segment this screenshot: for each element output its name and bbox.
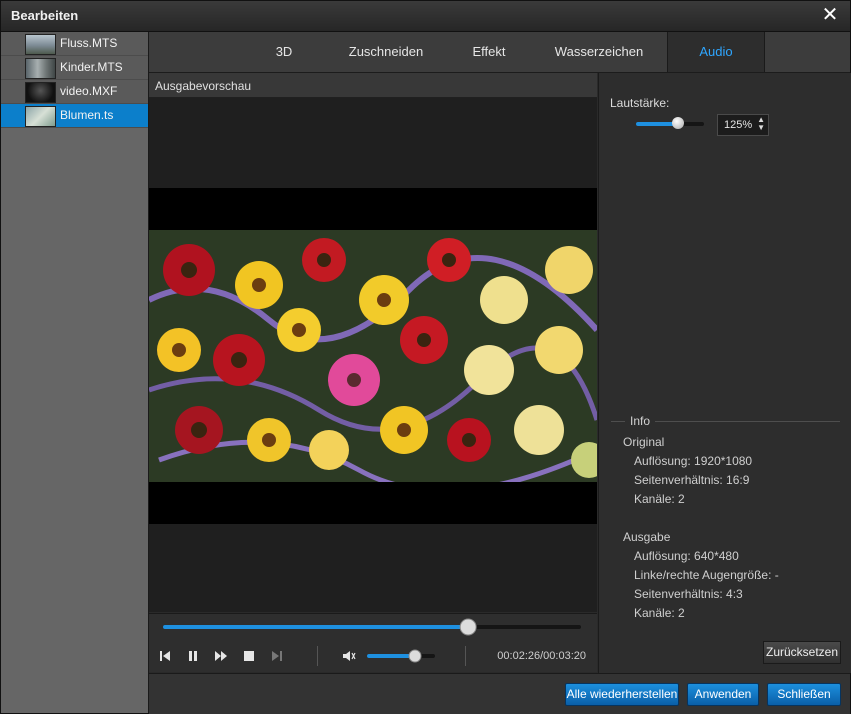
file-name: Fluss.MTS (60, 36, 118, 50)
skip-previous-icon[interactable] (157, 648, 173, 664)
volume-label: Lautstärke: (610, 96, 670, 110)
thumbnail-image (25, 106, 56, 127)
thumbnail-image (25, 82, 56, 103)
tab-3d[interactable]: 3D (259, 32, 309, 72)
spin-arrows-icon[interactable]: ▲ ▼ (757, 116, 765, 132)
tab-bar: 3D Zuschneiden Effekt Wasserzeichen Audi… (149, 32, 850, 73)
skip-next-icon[interactable] (269, 648, 285, 664)
original-heading: Original (623, 435, 665, 449)
flower-video-image (149, 230, 597, 482)
stop-icon[interactable] (241, 648, 257, 664)
output-resolution: Auflösung: 640*480 (634, 549, 739, 563)
output-eye-size: Linke/rechte Augengröße: - (634, 568, 779, 582)
info-legend: Info (625, 414, 656, 428)
audio-panel: Lautstärke: 125% ▲ ▼ Info Original Auflös… (598, 73, 851, 673)
fast-forward-icon[interactable] (213, 648, 229, 664)
time-display: 00:02:26/00:03:20 (497, 650, 586, 662)
tab-zuschneiden[interactable]: Zuschneiden (336, 32, 436, 72)
thumbnail-image (25, 34, 56, 55)
file-item-blumen[interactable]: Blumen.ts (1, 104, 148, 128)
apply-button[interactable]: Anwenden (687, 683, 759, 706)
preview-area (149, 98, 597, 612)
file-item-fluss[interactable]: Fluss.MTS (1, 32, 148, 56)
volume-slider[interactable] (365, 648, 439, 664)
volume-value: 125% (724, 119, 753, 131)
tab-audio[interactable]: Audio (667, 32, 765, 72)
original-channels: Kanäle: 2 (634, 492, 685, 506)
close-icon[interactable]: ✕ (820, 5, 840, 25)
divider (317, 646, 318, 666)
output-channels: Kanäle: 2 (634, 606, 685, 620)
seek-slider[interactable] (149, 614, 597, 640)
player-controls: 00:02:26/00:03:20 (149, 640, 597, 672)
close-button[interactable]: Schließen (767, 683, 841, 706)
preview-header: Ausgabevorschau (149, 73, 597, 98)
file-item-kinder[interactable]: Kinder.MTS (1, 56, 148, 80)
preview-title: Ausgabevorschau (155, 79, 252, 93)
reset-button[interactable]: Zurücksetzen (763, 641, 841, 664)
window-title: Bearbeiten (11, 8, 79, 23)
file-name: video.MXF (60, 84, 118, 98)
file-name: Kinder.MTS (60, 60, 123, 74)
volume-spinbox[interactable]: 125% ▲ ▼ (717, 114, 769, 136)
tab-wasserzeichen[interactable]: Wasserzeichen (544, 32, 654, 72)
output-aspect: Seitenverhältnis: 4:3 (634, 587, 743, 601)
edit-dialog: Bearbeiten ✕ Fluss.MTS Kinder.MTS video.… (0, 0, 851, 714)
audio-volume-slider[interactable] (636, 117, 704, 129)
file-item-video[interactable]: video.MXF (1, 80, 148, 104)
seek-bar-area (149, 613, 597, 640)
file-name: Blumen.ts (60, 108, 114, 122)
file-list: Fluss.MTS Kinder.MTS video.MXF Blumen.ts (1, 32, 149, 713)
title-bar: Bearbeiten ✕ (1, 1, 850, 32)
divider (465, 646, 466, 666)
bottom-bar: Alle wiederherstellen Anwenden Schließen (149, 673, 850, 714)
thumbnail-image (25, 58, 56, 79)
tab-effekt[interactable]: Effekt (459, 32, 519, 72)
pause-icon[interactable] (185, 648, 201, 664)
restore-all-button[interactable]: Alle wiederherstellen (565, 683, 679, 706)
speaker-icon[interactable] (341, 648, 357, 664)
volume-knob[interactable] (672, 117, 685, 129)
original-aspect: Seitenverhältnis: 16:9 (634, 473, 750, 487)
original-resolution: Auflösung: 1920*1080 (634, 454, 753, 468)
output-heading: Ausgabe (623, 530, 671, 544)
video-frame (149, 188, 597, 524)
